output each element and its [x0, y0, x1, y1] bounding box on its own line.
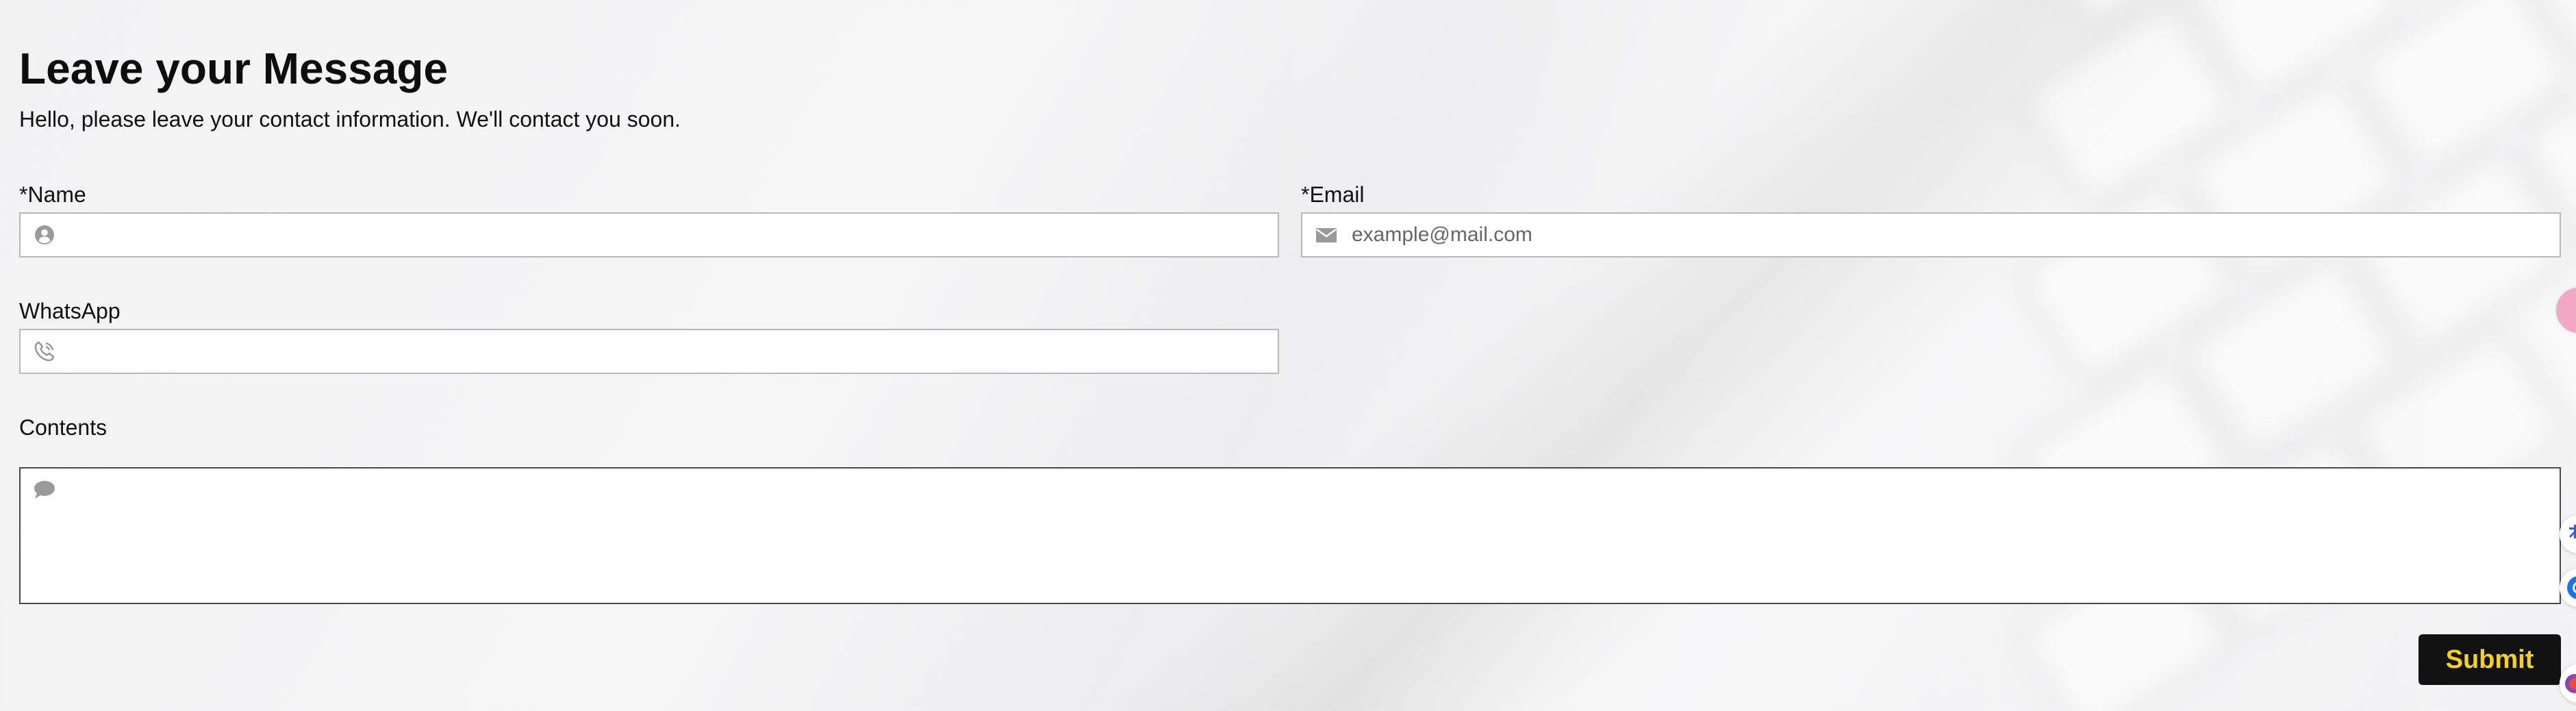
- comment-icon: [33, 478, 56, 501]
- phone-icon: [33, 340, 56, 363]
- contents-field[interactable]: [19, 467, 2561, 604]
- contents-textarea[interactable]: [70, 475, 2551, 599]
- email-input[interactable]: [1352, 214, 2560, 256]
- name-field[interactable]: [19, 212, 1279, 258]
- message-form-section: Leave your Message Hello, please leave y…: [19, 0, 2561, 711]
- chrome-icon[interactable]: [2560, 569, 2576, 607]
- translate-icon[interactable]: [2560, 515, 2576, 553]
- name-input[interactable]: [70, 214, 1278, 256]
- whatsapp-field[interactable]: [19, 329, 1279, 374]
- extension-icon[interactable]: [2560, 664, 2576, 703]
- page-title: Leave your Message: [19, 44, 449, 93]
- whatsapp-input[interactable]: [70, 330, 1278, 373]
- email-label: *Email: [1301, 182, 1365, 207]
- whatsapp-label: WhatsApp: [19, 299, 121, 323]
- user-icon: [33, 223, 56, 247]
- submit-button[interactable]: Submit: [2419, 634, 2561, 685]
- page-subtitle: Hello, please leave your contact informa…: [19, 107, 681, 132]
- email-field[interactable]: [1301, 212, 2561, 258]
- name-label: *Name: [19, 182, 86, 207]
- envelope-icon: [1315, 223, 1338, 247]
- contents-label: Contents: [19, 415, 108, 440]
